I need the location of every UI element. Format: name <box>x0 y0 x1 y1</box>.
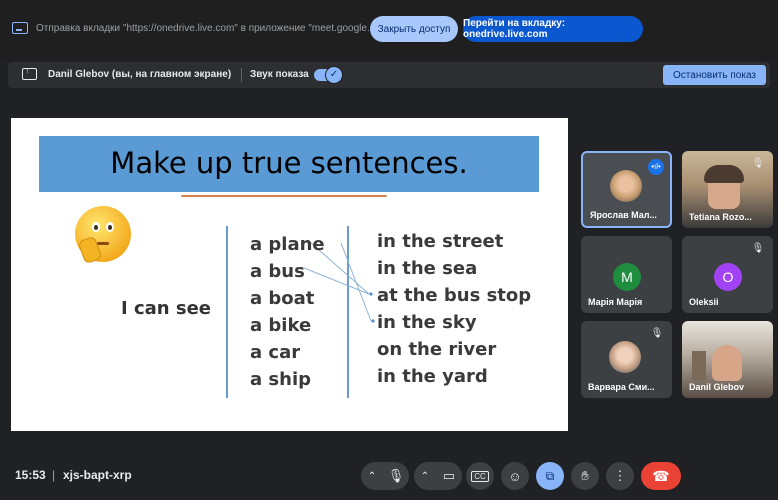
vehicle-word: a bike <box>250 315 312 336</box>
participant-name: Марія Марія <box>588 297 643 307</box>
participant-tile[interactable]: •ıl• Ярослав Мал... <box>581 151 672 228</box>
tab-share-icon <box>12 22 28 34</box>
participant-tile[interactable]: Danil Glebov <box>682 321 773 398</box>
divider: | <box>52 468 56 482</box>
tab-sharing-bar: Отправка вкладки "https://onedrive.live.… <box>0 0 778 60</box>
sharing-message: Отправка вкладки "https://onedrive.live.… <box>36 23 401 34</box>
place-phrase: in the sky <box>377 312 477 333</box>
captions-button[interactable]: CC <box>466 462 494 490</box>
avatar <box>609 341 641 373</box>
mic-icon[interactable]: 🎙︎ <box>383 462 409 490</box>
switch-to-tab-button[interactable]: Перейти на вкладку: onedrive.live.com <box>463 16 643 42</box>
captions-icon: CC <box>471 470 489 482</box>
mic-control-group: ⌃ 🎙︎ <box>361 462 409 490</box>
more-vert-icon: ⋮ <box>613 468 627 483</box>
place-phrase: in the street <box>377 231 504 252</box>
more-options-button[interactable]: ⋮ <box>606 462 634 490</box>
speaking-indicator-icon: •ıl• <box>648 159 664 175</box>
place-phrase: in the sea <box>377 258 478 279</box>
presenter-name: Danil Glebov (вы, на главном экране) <box>48 69 232 80</box>
hand-icon: ✋︎ <box>581 468 589 483</box>
check-icon: ✓ <box>326 67 342 83</box>
vehicle-word: a ship <box>250 369 311 390</box>
leave-call-button[interactable]: ☎︎ <box>641 462 681 490</box>
present-screen-icon: ⧉ <box>545 468 555 483</box>
vehicle-word: a car <box>250 342 301 363</box>
video-feed <box>712 345 742 381</box>
participant-name: Danil Glebov <box>689 382 745 392</box>
mic-off-icon: 🎙︎ <box>751 243 765 254</box>
avatar <box>610 170 642 202</box>
raise-hand-button[interactable]: ✋︎ <box>571 462 599 490</box>
present-now-button[interactable]: ⧉ <box>536 462 564 490</box>
mic-options-chevron-icon[interactable]: ⌃ <box>361 462 383 490</box>
emoji-icon: ☺ <box>508 468 522 484</box>
shared-slide: Make up true sentences. I can see a plan… <box>11 118 568 431</box>
camera-control-group: ⌃ ▭ <box>414 462 462 490</box>
vehicle-word: a bus <box>250 261 305 282</box>
participant-name: Oleksii <box>689 297 719 307</box>
meeting-time: 15:53 <box>15 468 46 482</box>
stop-access-button[interactable]: Закрыть доступ <box>370 16 458 42</box>
participant-name: Варвара Сми... <box>588 382 655 392</box>
end-call-icon: ☎︎ <box>652 467 670 484</box>
meeting-code: xjs-bapt-xrp <box>63 468 132 482</box>
avatar: O <box>714 263 742 291</box>
participant-tile[interactable]: M Марія Марія <box>581 236 672 313</box>
camera-icon[interactable]: ▭ <box>436 462 462 490</box>
place-phrase: at the bus stop <box>377 285 532 306</box>
divider <box>241 68 242 82</box>
present-screen-icon <box>22 65 37 80</box>
presenter-bar: Danil Glebov (вы, на главном экране) Зву… <box>8 62 770 88</box>
place-phrase: on the river <box>377 339 497 360</box>
emoji-reactions-button[interactable]: ☺ <box>501 462 529 490</box>
mic-off-icon: 🎙︎ <box>751 158 765 169</box>
mic-off-icon: 🎙︎ <box>650 328 664 339</box>
place-phrase: in the yard <box>377 366 488 387</box>
participant-name: Ярослав Мал... <box>590 210 657 220</box>
sound-toggle[interactable]: ✓ <box>314 67 342 83</box>
vehicle-word: a plane <box>250 234 325 255</box>
participant-name: Tetiana Rozo... <box>689 212 752 222</box>
camera-options-chevron-icon[interactable]: ⌃ <box>414 462 436 490</box>
stop-presenting-button[interactable]: Остановить показ <box>663 65 766 85</box>
vehicle-word: a boat <box>250 288 315 309</box>
participant-tile[interactable]: O 🎙︎ Oleksii <box>682 236 773 313</box>
avatar: M <box>613 263 641 291</box>
sound-label: Звук показа <box>250 69 309 80</box>
participant-tile[interactable]: 🎙︎ Tetiana Rozo... <box>682 151 773 228</box>
participant-tile[interactable]: 🎙︎ Варвара Сми... <box>581 321 672 398</box>
